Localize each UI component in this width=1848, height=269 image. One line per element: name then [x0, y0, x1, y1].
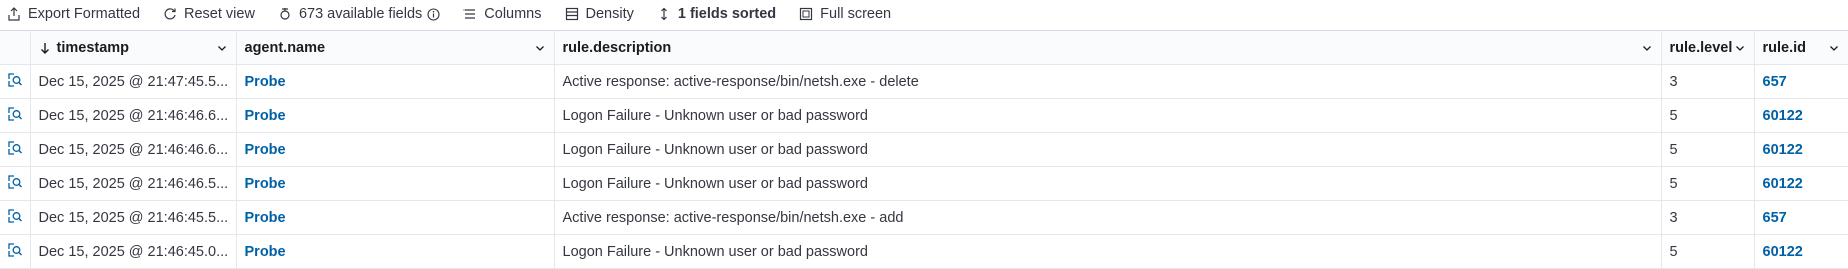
agent-name-link[interactable]: Probe [236, 64, 555, 99]
export-formatted-label: Export Formatted [28, 6, 141, 22]
timestamp-cell: Dec 15, 2025 @ 21:47:45.5... [30, 64, 237, 99]
column-header-rule-description[interactable]: rule.description [554, 30, 1662, 65]
control-column-header [0, 30, 31, 65]
column-header-rule-id[interactable]: rule.id [1754, 30, 1848, 65]
fullscreen-icon [798, 6, 814, 22]
rule-level-cell: 3 [1661, 64, 1755, 99]
density-icon [564, 6, 580, 22]
expand-icon[interactable] [6, 105, 24, 123]
rule-level-cell: 5 [1661, 166, 1755, 201]
rule-level-cell: 5 [1661, 98, 1755, 133]
rule-id-link[interactable]: 60122 [1754, 132, 1848, 167]
data-grid-table: timestamp agent.name rule.description ru… [0, 30, 1848, 269]
row-control-cell [0, 98, 31, 133]
table-row: Dec 15, 2025 @ 21:46:45.0... Probe Logon… [0, 234, 1848, 269]
agent-name-link[interactable]: Probe [236, 132, 555, 167]
chevron-down-icon[interactable] [1828, 42, 1840, 54]
table-row: Dec 15, 2025 @ 21:46:45.5... Probe Activ… [0, 200, 1848, 235]
row-control-cell [0, 132, 31, 167]
rule-description-cell: Logon Failure - Unknown user or bad pass… [554, 234, 1662, 269]
row-control-cell [0, 64, 31, 99]
table-row: Dec 15, 2025 @ 21:46:46.6... Probe Logon… [0, 98, 1848, 133]
expand-icon[interactable] [6, 139, 24, 157]
row-control-cell [0, 200, 31, 235]
expand-icon[interactable] [6, 241, 24, 259]
rule-level-cell: 3 [1661, 200, 1755, 235]
column-header-label: agent.name [244, 39, 326, 56]
expand-icon[interactable] [6, 71, 24, 89]
table-row: Dec 15, 2025 @ 21:46:46.5... Probe Logon… [0, 166, 1848, 201]
timestamp-cell: Dec 15, 2025 @ 21:46:45.5... [30, 200, 237, 235]
agent-name-link[interactable]: Probe [236, 200, 555, 235]
rule-description-cell: Active response: active-response/bin/net… [554, 64, 1662, 99]
density-button[interactable]: Density [564, 6, 634, 22]
table-row: Dec 15, 2025 @ 21:47:45.5... Probe Activ… [0, 64, 1848, 99]
agent-name-link[interactable]: Probe [236, 98, 555, 133]
info-icon[interactable] [427, 7, 440, 21]
reset-icon [162, 6, 178, 22]
sort-desc-icon [39, 42, 51, 54]
timestamp-cell: Dec 15, 2025 @ 21:46:46.5... [30, 166, 237, 201]
agent-name-link[interactable]: Probe [236, 166, 555, 201]
column-header-rule-level[interactable]: rule.level [1661, 30, 1755, 65]
rule-id-link[interactable]: 60122 [1754, 98, 1848, 133]
rule-description-cell: Active response: active-response/bin/net… [554, 200, 1662, 235]
sort-fields-button[interactable]: 1 fields sorted [656, 6, 776, 22]
timestamp-cell: Dec 15, 2025 @ 21:46:46.6... [30, 98, 237, 133]
rule-level-cell: 5 [1661, 132, 1755, 167]
expand-icon[interactable] [6, 173, 24, 191]
table-row: Dec 15, 2025 @ 21:46:46.6... Probe Logon… [0, 132, 1848, 167]
timestamp-cell: Dec 15, 2025 @ 21:46:45.0... [30, 234, 237, 269]
chevron-down-icon[interactable] [1641, 42, 1653, 54]
header-row: timestamp agent.name rule.description ru… [0, 30, 1848, 65]
data-grid-toolbar: Export Formatted Reset view 673 availabl… [0, 0, 1848, 28]
row-control-cell [0, 234, 31, 269]
data-grid: timestamp agent.name rule.description ru… [0, 30, 1848, 269]
rule-id-link[interactable]: 657 [1754, 64, 1848, 99]
reset-view-label: Reset view [184, 6, 255, 22]
rule-id-link[interactable]: 60122 [1754, 166, 1848, 201]
rule-id-link[interactable]: 657 [1754, 200, 1848, 235]
available-fields-button[interactable]: 673 available fields [277, 6, 440, 22]
reset-view-button[interactable]: Reset view [162, 6, 255, 22]
timestamp-cell: Dec 15, 2025 @ 21:46:46.6... [30, 132, 237, 167]
column-header-agent-name[interactable]: agent.name [236, 30, 555, 65]
chevron-down-icon[interactable] [216, 42, 228, 54]
column-header-label: rule.id [1762, 39, 1807, 56]
expand-icon[interactable] [6, 207, 24, 225]
columns-icon [462, 6, 478, 22]
chevron-down-icon[interactable] [1734, 42, 1746, 54]
column-header-timestamp[interactable]: timestamp [30, 30, 237, 65]
sorted-fields-label: 1 fields sorted [677, 6, 777, 22]
column-header-label: rule.level [1669, 39, 1733, 56]
rule-description-cell: Logon Failure - Unknown user or bad pass… [554, 166, 1662, 201]
fields-icon [277, 6, 293, 22]
rule-id-link[interactable]: 60122 [1754, 234, 1848, 269]
columns-label: Columns [484, 6, 542, 22]
available-fields-label: 673 available fields [298, 6, 423, 22]
export-formatted-button[interactable]: Export Formatted [6, 6, 140, 22]
export-icon [6, 6, 22, 22]
row-control-cell [0, 166, 31, 201]
full-screen-label: Full screen [820, 6, 892, 22]
density-label: Density [585, 6, 634, 22]
sort-icon [656, 6, 672, 22]
chevron-down-icon[interactable] [534, 42, 546, 54]
rule-level-cell: 5 [1661, 234, 1755, 269]
full-screen-button[interactable]: Full screen [798, 6, 891, 22]
columns-button[interactable]: Columns [462, 6, 542, 22]
column-header-label: rule.description [562, 39, 672, 56]
rule-description-cell: Logon Failure - Unknown user or bad pass… [554, 98, 1662, 133]
column-header-label: timestamp [56, 39, 130, 56]
agent-name-link[interactable]: Probe [236, 234, 555, 269]
rule-description-cell: Logon Failure - Unknown user or bad pass… [554, 132, 1662, 167]
